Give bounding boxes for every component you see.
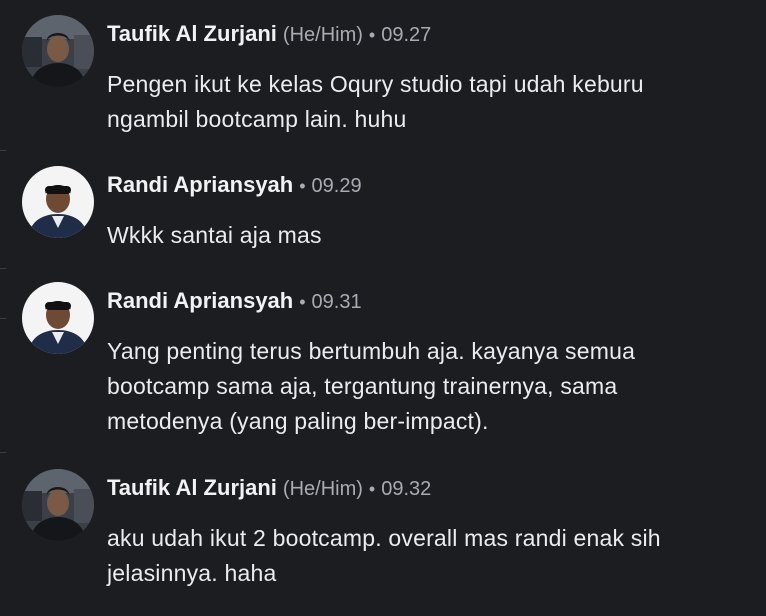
message-header: Taufik Al Zurjani (He/Him) • 09.27 (107, 20, 431, 48)
message-text: aku udah ikut 2 bootcamp. overall mas ra… (107, 521, 747, 591)
message-line: Wkkk santai aja mas (107, 222, 322, 248)
author-pronouns: (He/Him) (282, 478, 363, 500)
separator-dot: • (368, 25, 376, 45)
divider (0, 150, 6, 151)
author-name[interactable]: Taufik Al Zurjani (107, 475, 277, 500)
message-text: Pengen ikut ke kelas Oqury studio tapi u… (107, 67, 747, 137)
message-line: ngambil bootcamp lain. huhu (107, 106, 407, 132)
separator-dot: • (299, 292, 306, 312)
message-line: bootcamp sama aja, tergantung trainernya… (107, 373, 618, 399)
message-line: metodenya (yang paling ber-impact). (107, 408, 489, 434)
message-line: Yang penting terus bertumbuh aja. kayany… (107, 338, 636, 364)
message-line: aku udah ikut 2 bootcamp. overall mas ra… (107, 525, 661, 551)
message-text: Yang penting terus bertumbuh aja. kayany… (107, 334, 747, 439)
timestamp[interactable]: 09.27 (381, 24, 431, 46)
author-name[interactable]: Taufik Al Zurjani (107, 21, 277, 46)
message-header: Randi Apriansyah • 09.29 (107, 171, 362, 199)
timestamp[interactable]: 09.32 (381, 478, 431, 500)
message-line: jelasinnya. haha (107, 560, 277, 586)
divider (0, 452, 6, 453)
divider (0, 318, 6, 319)
author-name[interactable]: Randi Apriansyah (107, 288, 293, 313)
avatar[interactable] (22, 166, 94, 238)
message-header: Randi Apriansyah • 09.31 (107, 287, 362, 315)
author-name[interactable]: Randi Apriansyah (107, 172, 293, 197)
avatar[interactable] (22, 15, 94, 87)
separator-dot: • (368, 479, 376, 499)
author-pronouns: (He/Him) (282, 24, 363, 46)
timestamp[interactable]: 09.29 (312, 175, 362, 197)
separator-dot: • (299, 176, 306, 196)
timestamp[interactable]: 09.31 (312, 291, 362, 313)
avatar[interactable] (22, 469, 94, 541)
avatar[interactable] (22, 282, 94, 354)
message-text: Wkkk santai aja mas (107, 218, 747, 253)
message-thread: Taufik Al Zurjani (He/Him) • 09.27 Pengen i… (0, 0, 766, 616)
message-header: Taufik Al Zurjani (He/Him) • 09.32 (107, 474, 431, 502)
divider (0, 268, 6, 269)
message-line: Pengen ikut ke kelas Oqury studio tapi u… (107, 71, 644, 97)
